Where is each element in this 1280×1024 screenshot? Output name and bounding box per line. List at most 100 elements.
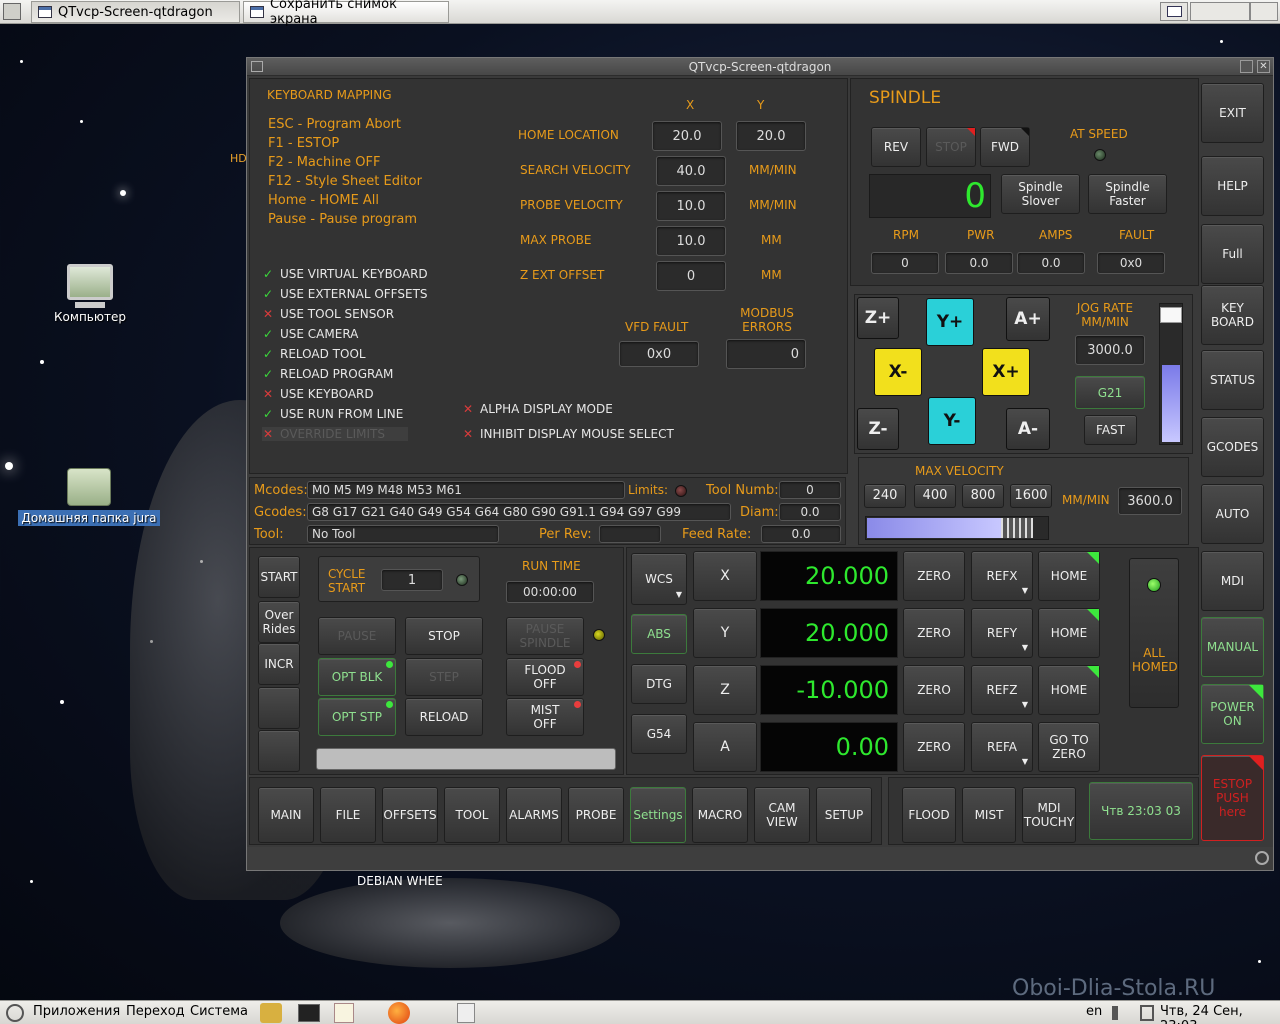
jog-yplus-button[interactable]: Y+ (926, 298, 974, 346)
side-button-key-board[interactable]: KEY BOARD (1201, 285, 1264, 345)
axis-z-button[interactable]: Z (693, 665, 757, 715)
side-button-exit[interactable]: EXIT (1201, 83, 1264, 143)
tab-cam-view[interactable]: CAM VIEW (754, 787, 810, 843)
ref-a-button[interactable]: REFA ▼ (971, 722, 1033, 772)
dro-mode-dtg[interactable]: DTG (631, 664, 687, 704)
side-button-help[interactable]: HELP (1201, 156, 1264, 216)
probe-velocity-field[interactable]: 10.0 (656, 191, 726, 221)
checkbox-override-limits[interactable]: ✕ OVERRIDE LIMITS (262, 427, 408, 441)
tab-flood[interactable]: FLOOD (902, 787, 956, 843)
jog-zminus-button[interactable]: Z- (857, 408, 899, 450)
jog-aplus-button[interactable]: A+ (1006, 297, 1050, 341)
jog-rate-slider[interactable] (1159, 303, 1183, 445)
mist-off-button[interactable]: MIST OFF (506, 698, 584, 736)
units-g21-button[interactable]: G21 (1075, 376, 1145, 409)
maxvel-preset-800[interactable]: 800 (962, 484, 1004, 508)
checkbox-reload-tool[interactable]: ✓ RELOAD TOOL (262, 347, 366, 361)
ref-y-button[interactable]: REFY ▼ (971, 608, 1033, 658)
maxvel-preset-240[interactable]: 240 (864, 484, 906, 508)
blank-side-button[interactable] (258, 730, 300, 772)
workspace-switcher[interactable] (1190, 2, 1250, 21)
trash-icon[interactable] (457, 1003, 475, 1023)
resize-grip-icon[interactable] (1255, 851, 1269, 865)
zero-z-button[interactable]: ZERO (903, 665, 965, 715)
checkbox-use-camera[interactable]: ✓ USE CAMERA (262, 327, 358, 341)
checkbox-reload-program[interactable]: ✓ RELOAD PROGRAM (262, 367, 393, 381)
incr-button[interactable]: INCR (258, 643, 300, 685)
jog-aminus-button[interactable]: A- (1006, 408, 1050, 450)
flood-off-button[interactable]: FLOOD OFF (506, 658, 584, 696)
zero-a-button[interactable]: ZERO (903, 722, 965, 772)
home-z-button[interactable]: HOME (1038, 665, 1100, 715)
checkbox-use-tool-sensor[interactable]: ✕ USE TOOL SENSOR (262, 307, 394, 321)
z-ext-offset-field[interactable]: 0 (656, 261, 726, 291)
maxvel-field[interactable]: 3600.0 (1118, 487, 1182, 515)
close-icon[interactable]: ✕ (1257, 60, 1270, 73)
spindle-fwd-button[interactable]: FWD (980, 127, 1030, 167)
side-button-estop-push-here[interactable]: ESTOP PUSH here (1201, 755, 1264, 841)
menu-places[interactable]: Переход (126, 1004, 185, 1019)
spindle-slower-button[interactable]: Spindle Slover (1001, 174, 1080, 214)
opt-stp-button[interactable]: OPT STP (318, 698, 396, 736)
window-menu-icon[interactable] (251, 61, 263, 72)
maxvel-handle[interactable] (1001, 518, 1033, 538)
reload-button[interactable]: RELOAD (405, 698, 483, 736)
overrides-button[interactable]: Over Rides (258, 601, 300, 643)
volume-icon[interactable] (1112, 1006, 1128, 1020)
maxvel-slider[interactable] (865, 516, 1049, 540)
show-desktop-icon[interactable] (1160, 2, 1188, 21)
tab-probe[interactable]: PROBE (568, 787, 624, 843)
side-button-power-on[interactable]: POWER ON (1201, 684, 1264, 744)
dro-mode-g54[interactable]: G54 (631, 714, 687, 754)
jog-rate-field[interactable]: 3000.0 (1075, 335, 1145, 365)
stop-button[interactable]: STOP (405, 617, 483, 655)
ref-z-button[interactable]: REFZ ▼ (971, 665, 1033, 715)
panel-app-icon[interactable] (3, 3, 21, 20)
window-titlebar[interactable]: QTvcp-Screen-qtdragon ✕ (247, 58, 1273, 76)
tab-mdi-touchy[interactable]: MDI TOUCHY (1022, 787, 1076, 843)
jog-yminus-button[interactable]: Y- (928, 397, 976, 445)
tab-tool[interactable]: TOOL (444, 787, 500, 843)
desktop-icon-computer[interactable]: Компьютер (50, 264, 130, 334)
checkbox-inhibit-display-mouse-select[interactable]: ✕ INHIBIT DISPLAY MOUSE SELECT (462, 427, 674, 441)
tab-setup[interactable]: SETUP (816, 787, 872, 843)
home-y-button[interactable]: HOME (1038, 608, 1100, 658)
tab-offsets[interactable]: OFFSETS (382, 787, 438, 843)
debian-menu-icon[interactable] (6, 1004, 24, 1022)
home-x-button[interactable]: HOME (1038, 551, 1100, 601)
axis-y-button[interactable]: Y (693, 608, 757, 658)
maxvel-preset-400[interactable]: 400 (914, 484, 956, 508)
desktop-icon-home[interactable]: Домашняя папка jura (18, 468, 160, 532)
goto-zero-a-button[interactable]: GO TO ZERO (1038, 722, 1100, 772)
tab-alarms[interactable]: ALARMS (506, 787, 562, 843)
jog-fast-button[interactable]: FAST (1084, 415, 1137, 445)
opt-blk-button[interactable]: OPT BLK (318, 658, 396, 696)
pause-button[interactable]: PAUSE (318, 617, 396, 655)
search-velocity-field[interactable]: 40.0 (656, 156, 726, 186)
dro-mode-abs[interactable]: ABS (631, 614, 687, 654)
cycle-count-field[interactable]: 1 (381, 569, 443, 591)
blank-side-button[interactable] (258, 687, 300, 729)
network-icon[interactable] (1140, 1005, 1154, 1021)
side-button-auto[interactable]: AUTO (1201, 484, 1264, 544)
axis-a-button[interactable]: A (693, 722, 757, 772)
tab-macro[interactable]: MACRO (692, 787, 748, 843)
zero-y-button[interactable]: ZERO (903, 608, 965, 658)
pause-spindle-button[interactable]: PAUSE SPINDLE (506, 617, 584, 655)
checkbox-use-virtual-keyboard[interactable]: ✓ USE VIRTUAL KEYBOARD (262, 267, 428, 281)
zero-x-button[interactable]: ZERO (903, 551, 965, 601)
side-button-full[interactable]: Full (1201, 224, 1264, 284)
dro-mode-wcs[interactable]: WCS ▼ (631, 553, 687, 605)
menu-applications[interactable]: Приложения (33, 1004, 120, 1019)
task-qtvcp[interactable]: QTvcp-Screen-qtdragon (31, 1, 240, 23)
spindle-stop-button[interactable]: STOP (926, 127, 976, 167)
spindle-rev-button[interactable]: REV (871, 127, 921, 167)
side-button-status[interactable]: STATUS (1201, 350, 1264, 410)
checkbox-alpha-display-mode[interactable]: ✕ ALPHA DISPLAY MODE (462, 402, 613, 416)
menu-system[interactable]: Система (190, 1004, 248, 1019)
jog-xplus-button[interactable]: X+ (982, 348, 1030, 396)
firefox-icon[interactable] (388, 1002, 410, 1024)
terminal-icon[interactable] (298, 1004, 320, 1022)
panel-clock[interactable]: Чтв, 24 Сен, 23:03 (1160, 1004, 1280, 1024)
checkbox-use-external-offsets[interactable]: ✓ USE EXTERNAL OFFSETS (262, 287, 428, 301)
